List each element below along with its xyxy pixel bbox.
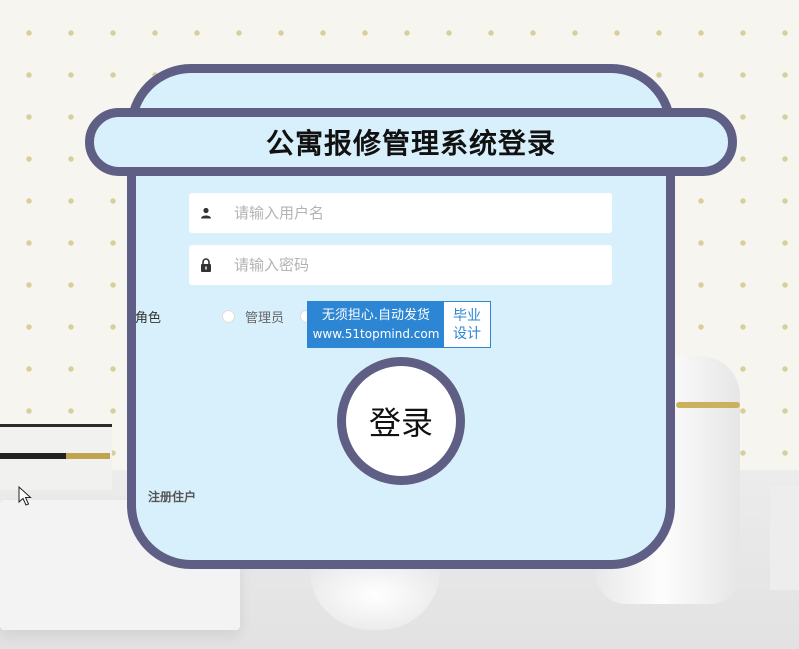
background-block (770, 486, 799, 590)
register-link[interactable]: 注册住户 (148, 488, 196, 505)
username-field[interactable] (189, 193, 612, 233)
background-shelf (0, 424, 112, 490)
username-input[interactable] (234, 204, 594, 222)
watermark-main: 无须担心.自动发货 www.51topmind.com (308, 302, 444, 347)
watermark-side: 毕业 设计 (444, 302, 490, 347)
role-radio-admin[interactable] (222, 310, 235, 323)
login-button-label: 登录 (368, 404, 433, 442)
mouse-cursor-icon (18, 486, 32, 506)
watermark-line2: www.51topmind.com (312, 326, 440, 341)
watermark-line1: 无须担心.自动发货 (321, 307, 431, 323)
login-button[interactable]: 登录 (337, 357, 465, 485)
title-bar: 公寓报修管理系统登录 (85, 108, 737, 176)
page-title: 公寓报修管理系统登录 (265, 127, 556, 160)
watermark-badge: 无须担心.自动发货 www.51topmind.com 毕业 设计 (307, 301, 491, 348)
lock-icon (191, 258, 221, 272)
password-input[interactable] (234, 256, 594, 274)
user-icon (191, 207, 221, 219)
watermark-side-bottom: 设计 (453, 325, 481, 342)
role-option-admin-label: 管理员 (245, 311, 285, 326)
role-label: 角色 (135, 311, 162, 326)
password-field[interactable] (189, 245, 612, 285)
watermark-side-top: 毕业 (453, 307, 481, 324)
